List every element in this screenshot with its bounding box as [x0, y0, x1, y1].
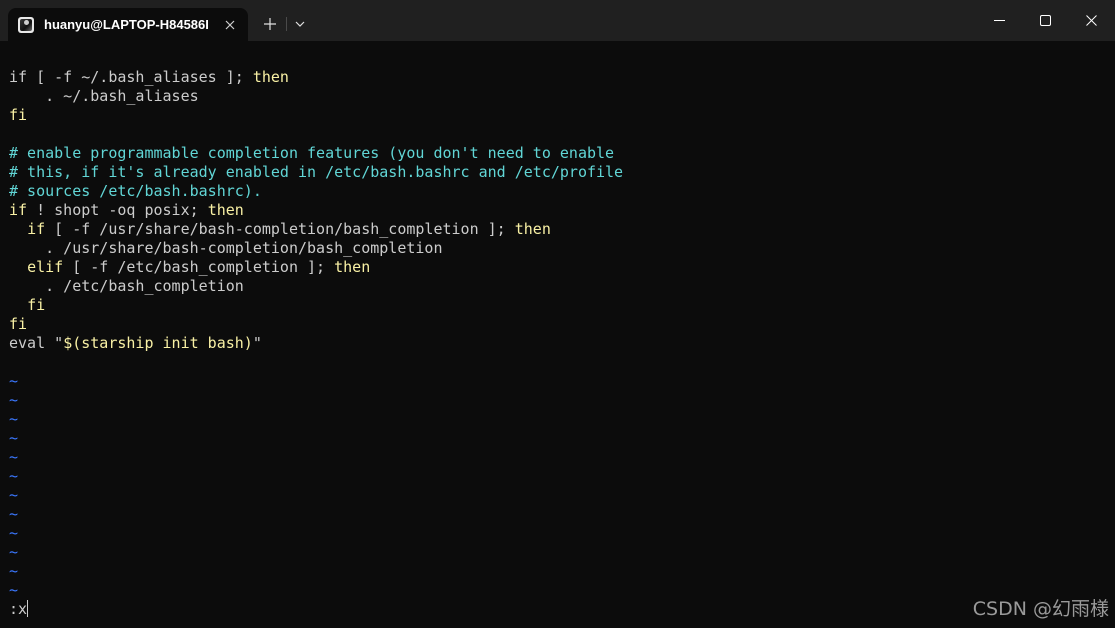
editor-line: if [ -f ~/.bash_aliases ]; then — [9, 68, 623, 87]
empty-line-tilde: ~ — [9, 372, 19, 390]
empty-line-tilde: ~ — [9, 505, 19, 523]
vim-command-line[interactable]: :x — [9, 600, 29, 619]
profile-dropdown-button[interactable] — [289, 12, 311, 36]
editor-line: if ! shopt -oq posix; then — [9, 201, 623, 220]
editor-line: fi — [9, 296, 623, 315]
empty-line-tilde: ~ — [9, 562, 19, 580]
code-token: # this, if it's already enabled in /etc/… — [9, 163, 624, 181]
code-token: " — [252, 334, 262, 352]
terminal-content[interactable]: if [ -f ~/.bash_aliases ]; then . ~/.bas… — [0, 41, 1115, 628]
code-token: if — [9, 201, 28, 219]
code-token: eval " — [9, 334, 64, 352]
editor-line: ~ — [9, 448, 623, 467]
editor-line: # sources /etc/bash.bashrc). — [9, 182, 623, 201]
editor-line: ~ — [9, 486, 623, 505]
editor-line: # this, if it's already enabled in /etc/… — [9, 163, 623, 182]
code-token: then — [207, 201, 244, 219]
command-text: :x — [9, 600, 28, 618]
code-token: # enable programmable completion feature… — [9, 144, 615, 162]
code-token: $(starship init bash) — [63, 334, 253, 352]
new-tab-button[interactable] — [258, 12, 282, 36]
maximize-button[interactable] — [1022, 0, 1068, 41]
empty-line-tilde: ~ — [9, 410, 19, 428]
empty-line-tilde: ~ — [9, 581, 19, 599]
minimize-icon — [993, 20, 1005, 21]
editor-line: ~ — [9, 562, 623, 581]
editor-line: ~ — [9, 524, 623, 543]
tab-title: huanyu@LAPTOP-H84586I — [44, 17, 208, 32]
code-token: fi — [9, 315, 28, 333]
editor-line: ~ — [9, 581, 623, 600]
editor-line: . /etc/bash_completion — [9, 277, 623, 296]
editor-buffer[interactable]: if [ -f ~/.bash_aliases ]; then . ~/.bas… — [9, 68, 623, 600]
plus-icon — [264, 18, 276, 30]
code-token: if — [27, 220, 46, 238]
code-token: # sources /etc/bash.bashrc). — [9, 182, 262, 200]
empty-line-tilde: ~ — [9, 448, 19, 466]
close-window-button[interactable] — [1068, 0, 1114, 41]
empty-line-tilde: ~ — [9, 524, 19, 542]
code-token: if [ -f ~/.bash_aliases ]; — [9, 68, 253, 86]
empty-line-tilde: ~ — [9, 391, 19, 409]
chevron-down-icon — [295, 21, 305, 27]
tab-active[interactable]: huanyu@LAPTOP-H84586I — [8, 8, 248, 41]
editor-line: if [ -f /usr/share/bash-completion/bash_… — [9, 220, 623, 239]
code-token: [ -f /usr/share/bash-completion/bash_com… — [45, 220, 515, 238]
terminal-window: huanyu@LAPTOP-H84586I if [-f ~/.bash_al… — [0, 0, 1115, 628]
editor-line: ~ — [9, 467, 623, 486]
title-bar[interactable]: huanyu@LAPTOP-H84586I — [0, 0, 1115, 41]
editor-line: . /usr/share/bash-completion/bash_comple… — [9, 239, 623, 258]
close-icon — [1085, 15, 1097, 26]
code-token: . /etc/bash_completion — [9, 277, 244, 295]
code-token: . ~/.bash_aliases — [9, 87, 199, 105]
editor-line: fi — [9, 106, 623, 125]
editor-line: ~ — [9, 429, 623, 448]
editor-line: ~ — [9, 410, 623, 429]
tab-divider — [286, 17, 287, 31]
code-token: fi — [27, 296, 46, 314]
empty-line-tilde: ~ — [9, 486, 19, 504]
watermark: CSDN @幻雨様 — [972, 598, 1109, 620]
code-token: [ -f /etc/bash_completion ]; — [63, 258, 335, 276]
tab-close-glyph — [225, 20, 235, 30]
empty-line-tilde: ~ — [9, 543, 19, 561]
editor-line: ~ — [9, 505, 623, 524]
code-token: fi — [9, 106, 28, 124]
editor-line: ~ — [9, 372, 623, 391]
code-token: . /usr/share/bash-completion/bash_comple… — [9, 239, 443, 257]
maximize-icon — [1039, 15, 1051, 26]
empty-line-tilde: ~ — [9, 429, 19, 447]
code-token: then — [514, 220, 551, 238]
editor-line: # enable programmable completion feature… — [9, 144, 623, 163]
terminal-avatar-icon — [18, 16, 34, 33]
minimize-button[interactable] — [976, 0, 1022, 41]
code-token: then — [334, 258, 371, 276]
code-token: ! shopt -oq posix; — [27, 201, 208, 219]
editor-line: ~ — [9, 391, 623, 410]
editor-line: fi — [9, 315, 623, 334]
text-cursor — [27, 600, 29, 617]
code-token: elif — [27, 258, 64, 276]
editor-line: eval "$(starship init bash)" — [9, 334, 623, 353]
editor-line: . ~/.bash_aliases — [9, 87, 623, 106]
editor-line: elif [ -f /etc/bash_completion ]; then — [9, 258, 623, 277]
code-token: then — [252, 68, 289, 86]
editor-line: ~ — [9, 543, 623, 562]
empty-line-tilde: ~ — [9, 467, 19, 485]
close-icon[interactable] — [220, 15, 240, 35]
